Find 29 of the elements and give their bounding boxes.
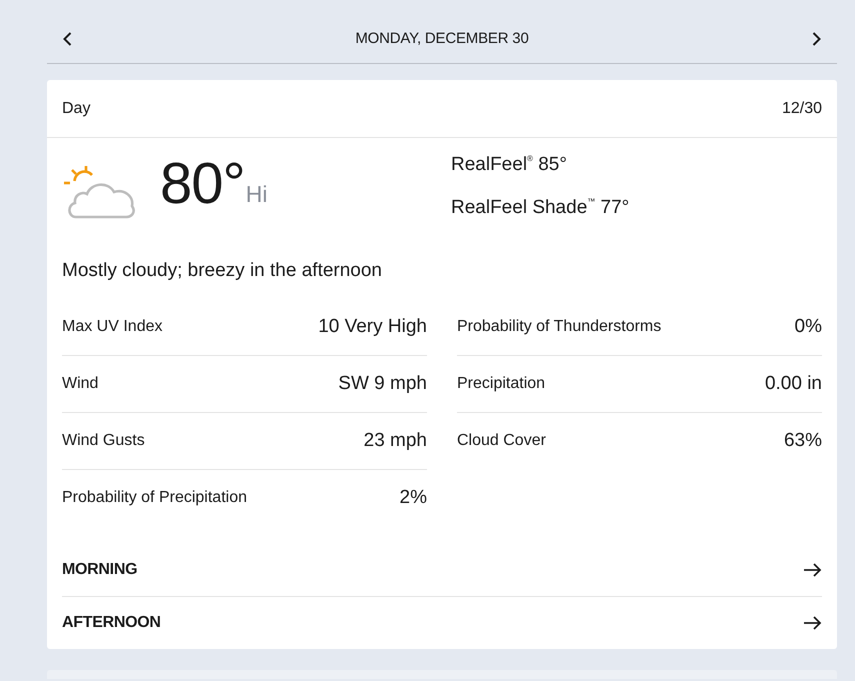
date-title: MONDAY, DECEMBER 30 [355, 30, 529, 47]
sun-cloud-icon [62, 165, 138, 219]
detail-value: 10 Very High [318, 316, 427, 338]
arrow-right-icon [804, 563, 822, 577]
period-link[interactable]: MORNING [62, 544, 822, 597]
detail-label: Wind [62, 375, 98, 393]
period-link[interactable]: AFTERNOON [62, 597, 822, 649]
temperature-value: 80° [160, 155, 245, 213]
detail-value: 0% [794, 316, 822, 338]
realfeel-text: RealFeel Shade$^{™}$ 77° [451, 197, 630, 219]
detail-value: 0.00 in [764, 373, 822, 395]
condition-phrase: Mostly cloudy; breezy in the afternoon [62, 259, 384, 283]
detail-label: Max UV Index [62, 318, 162, 336]
detail-label: Cloud Cover [457, 432, 546, 450]
detail-value: 63% [784, 430, 822, 452]
detail-value: 23 mph [364, 430, 427, 452]
card-title: Day [62, 100, 90, 118]
detail-value: 2% [400, 487, 427, 509]
chevron-left-icon [63, 32, 72, 46]
chevron-right-icon [812, 32, 821, 46]
detail-label: Probability of Precipitation [62, 489, 247, 507]
detail-label: Wind Gusts [62, 432, 145, 450]
detail-label: Precipitation [457, 375, 546, 393]
date-label: 12/30 [782, 100, 822, 118]
detail-label: Probability of Thunderstorms [457, 318, 662, 336]
temperature-label: Hi [246, 181, 268, 208]
detail-value: SW 9 mph [338, 373, 427, 395]
arrow-right-icon [804, 616, 822, 630]
realfeel-text: RealFeel$^{®}$ 85° [451, 154, 568, 176]
